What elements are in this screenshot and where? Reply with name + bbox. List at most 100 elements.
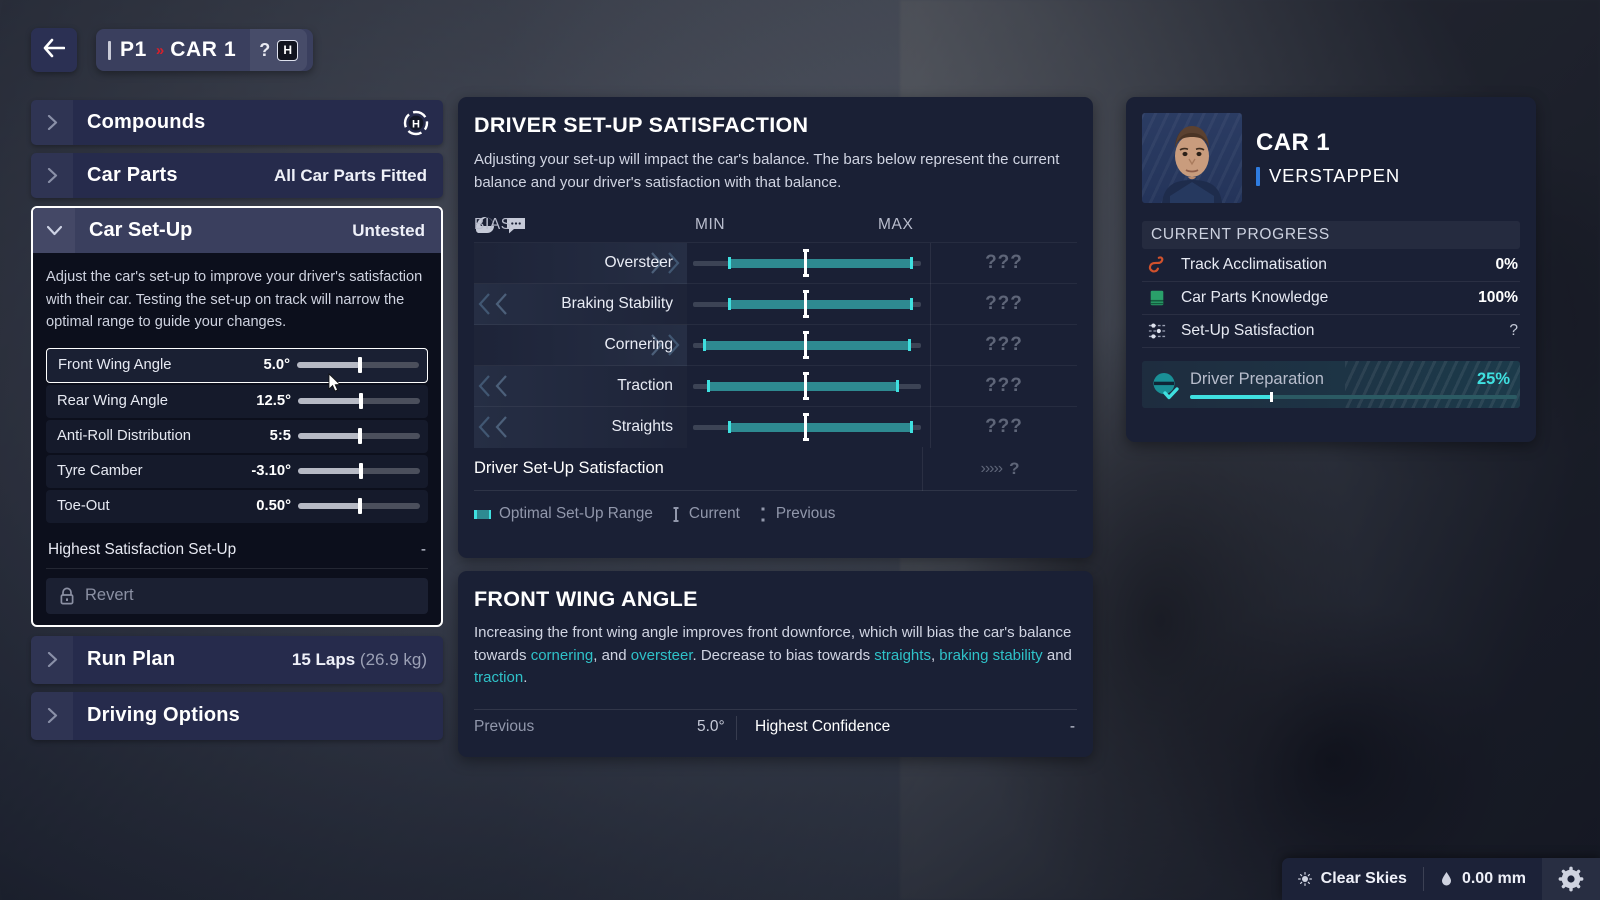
front-wing-previous-value: 5.0° [697, 717, 725, 735]
preparation-top-row: Driver Preparation 25% [1190, 370, 1520, 389]
rainfall-item[interactable]: 0.00 mm [1424, 858, 1542, 900]
bias-label: Straights [611, 418, 673, 435]
satisfaction-legend: Optimal Set-Up Range Current Previous [474, 505, 1093, 523]
sidebar-item-car-parts[interactable]: Car Parts All Car Parts Fitted [31, 153, 443, 198]
team-color-tick [1256, 166, 1260, 186]
car-setup-header[interactable]: Car Set-Up Untested [33, 208, 441, 253]
session-title-pill[interactable]: P1 » CAR 1 ? H [96, 29, 314, 71]
slider-track[interactable] [298, 393, 420, 410]
driver-setup-satisfaction-card: DRIVER SET-UP SATISFACTION Adjusting you… [458, 97, 1093, 558]
legend-swatch-optimal-range [474, 509, 491, 519]
fwa-hl-oversteer: oversteer [630, 646, 693, 664]
book-icon [1146, 287, 1168, 309]
driver-position: P1 [120, 38, 147, 61]
settings-button[interactable] [1542, 858, 1600, 900]
footer-divider [736, 716, 737, 740]
run-plan-fuel: (26.9 kg) [359, 649, 427, 669]
fwa-text-2: , and [593, 646, 631, 664]
slider-track[interactable] [298, 463, 420, 480]
progress-label: Car Parts Knowledge [1181, 289, 1329, 306]
help-icon[interactable]: ? [259, 40, 270, 61]
sidebar-item-run-plan[interactable]: Run Plan 15 Laps (26.9 kg) [31, 635, 443, 684]
revert-button[interactable]: Revert [46, 577, 428, 614]
back-button[interactable] [31, 28, 77, 72]
bar-track [693, 413, 921, 441]
optimal-range [728, 257, 913, 269]
bias-score: ??? [985, 334, 1023, 355]
highest-satisfaction-row: Highest Satisfaction Set-Up - [46, 533, 428, 569]
driver-header: CAR 1 VERSTAPPEN [1142, 113, 1520, 203]
highest-satisfaction-value: - [420, 541, 426, 559]
slider-track[interactable] [298, 498, 420, 515]
driver-car-label: CAR 1 [1256, 129, 1331, 156]
preparation-value: 25% [1476, 370, 1510, 388]
slider-knob[interactable] [359, 393, 364, 410]
sun-icon [1297, 872, 1312, 886]
satisfaction-total-label: Driver Set-Up Satisfaction [474, 459, 664, 477]
bias-score-cell: ??? [930, 365, 1077, 407]
separator-chevrons-icon: » [155, 41, 165, 59]
current-marker [802, 372, 809, 400]
helmet-check-icon [1153, 372, 1179, 399]
progress-label: Track Acclimatisation [1181, 256, 1327, 273]
current-progress-title: CURRENT PROGRESS [1142, 221, 1520, 249]
setup-slider-toe-out[interactable]: Toe-Out 0.50° [46, 489, 428, 523]
current-marker [802, 413, 809, 441]
run-plan-laps: 15 Laps [291, 649, 356, 669]
chevron-right-icon [31, 635, 73, 684]
column-header-min: MIN [695, 216, 726, 233]
slider-knob[interactable] [359, 463, 364, 480]
setup-slider-rear-wing-angle[interactable]: Rear Wing Angle 12.5° [46, 384, 428, 418]
legend-label-current: Current [688, 505, 740, 522]
slider-value: 5.0° [263, 357, 291, 374]
title-accent-bar [108, 40, 111, 60]
satisfaction-description: Adjusting your set-up will impact the ca… [474, 151, 1060, 191]
slider-value: -3.10° [251, 463, 291, 480]
bias-label: Braking Stability [561, 295, 673, 312]
slider-label: Rear Wing Angle [57, 393, 169, 410]
setup-slider-anti-roll-distribution[interactable]: Anti-Roll Distribution 5:5 [46, 419, 428, 453]
fwa-hl-braking-stability: braking stability [939, 646, 1043, 664]
help-compound-group[interactable]: ? H [250, 29, 308, 71]
column-header-bias: BIAS [474, 216, 512, 233]
car-setup-status: Untested [352, 220, 425, 240]
progress-value: ? [1509, 322, 1518, 339]
mouse-cursor-icon [328, 373, 341, 392]
sidebar-item-label: Driving Options [87, 704, 240, 727]
preparation-body: Driver Preparation 25% [1190, 370, 1520, 402]
bias-bar-straights [687, 407, 930, 448]
sidebar-item-driving-options[interactable]: Driving Options [31, 691, 443, 740]
weather-condition-item[interactable]: Clear Skies [1282, 858, 1423, 900]
slider-value: 5:5 [269, 428, 291, 445]
revert-label: Revert [85, 586, 134, 605]
bias-bar-traction [687, 366, 930, 407]
legend-current-marker-icon [673, 506, 679, 522]
bias-score-cell: ??? [930, 406, 1077, 448]
slider-knob[interactable] [358, 498, 363, 515]
bias-label-cell: Cornering [474, 324, 687, 366]
track-map-icon [1146, 254, 1168, 276]
setup-slider-front-wing-angle[interactable]: Front Wing Angle 5.0° [46, 347, 428, 383]
column-header-max: MAX [878, 216, 914, 233]
optimal-range [728, 298, 913, 310]
current-marker [802, 290, 809, 318]
current-marker [802, 249, 809, 277]
slider-knob[interactable] [358, 357, 363, 374]
slider-track[interactable] [298, 428, 420, 445]
back-arrow-icon [43, 38, 66, 63]
svg-text:H: H [412, 118, 420, 130]
sidebar-item-compounds[interactable]: Compounds H [31, 100, 443, 145]
sidebar-item-label: Compounds [87, 111, 206, 133]
bias-score-cell: ??? [930, 242, 1077, 284]
highest-confidence-value: - [1069, 717, 1075, 735]
lock-icon [60, 587, 74, 605]
bias-row-oversteer: Oversteer ??? [474, 242, 1077, 284]
bias-row-braking-stability: Braking Stability ??? [474, 283, 1077, 325]
progress-label: Set-Up Satisfaction [1181, 322, 1315, 339]
front-wing-angle-card: FRONT WING ANGLE Increasing the front wi… [458, 571, 1093, 757]
setup-slider-tyre-camber[interactable]: Tyre Camber -3.10° [46, 454, 428, 488]
bias-score: ??? [985, 252, 1023, 273]
slider-knob[interactable] [358, 428, 363, 445]
chevron-down-icon [33, 208, 75, 253]
slider-track[interactable] [297, 357, 419, 374]
